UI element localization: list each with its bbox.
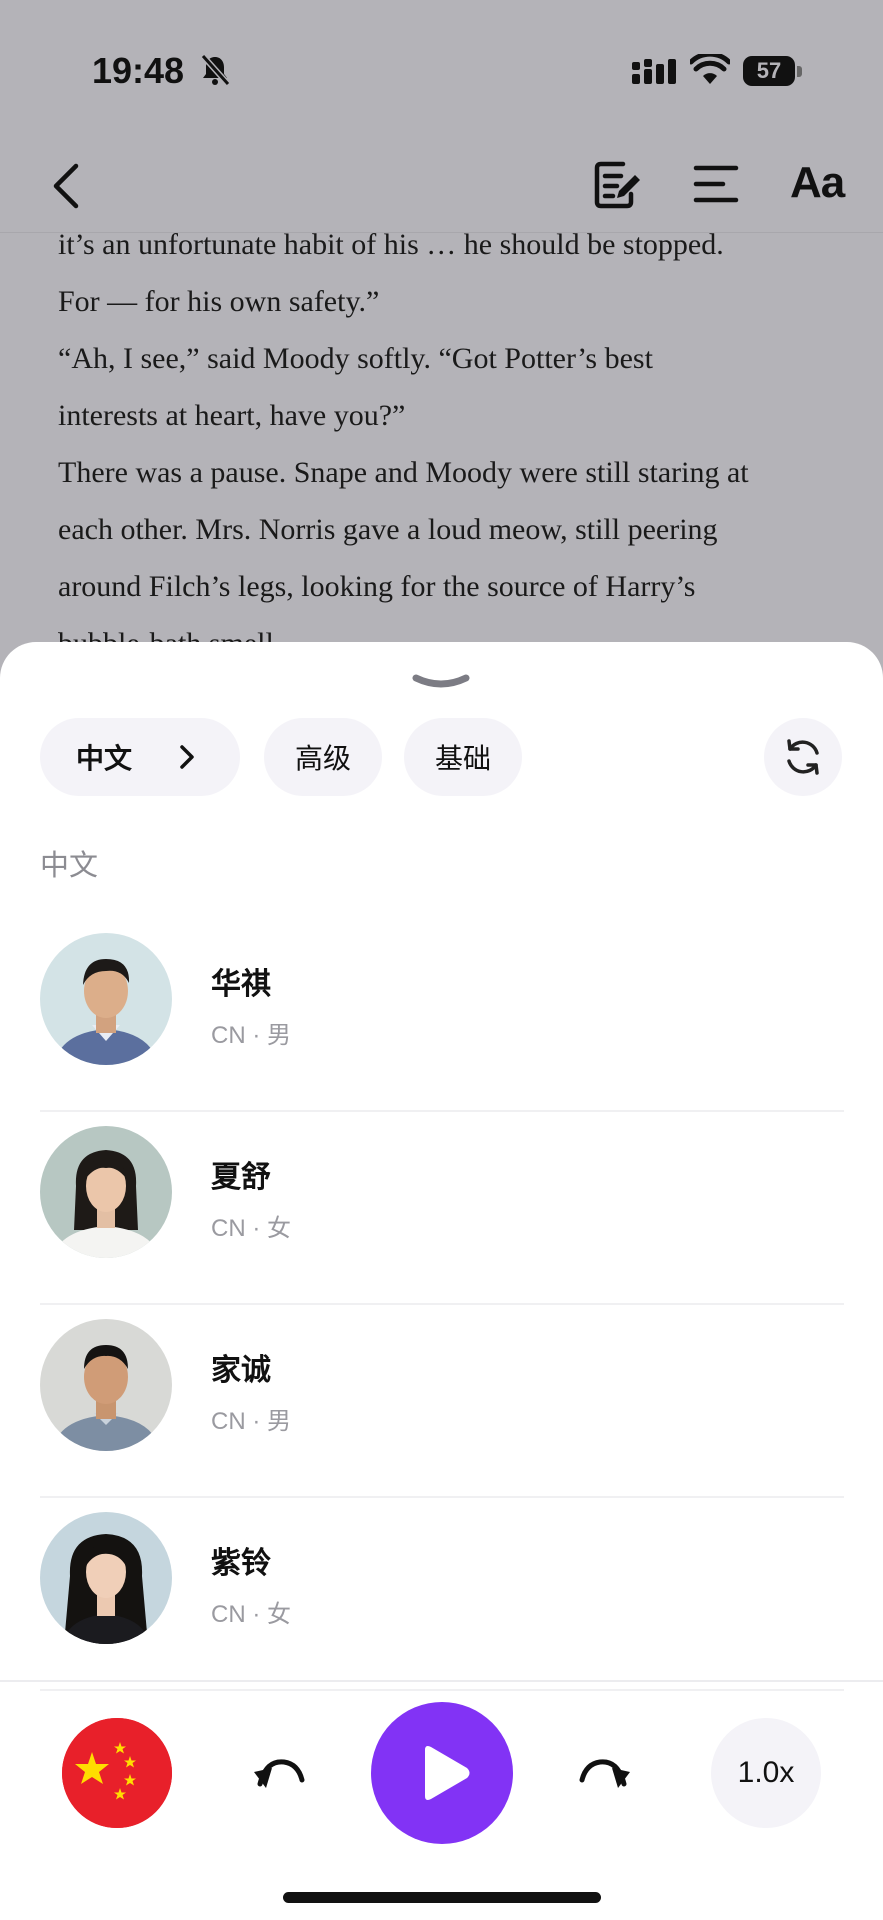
- avatar: [40, 1126, 172, 1258]
- text-line: For — for his own safety.”: [58, 285, 380, 318]
- home-indicator: [283, 1892, 601, 1903]
- basic-filter-chip[interactable]: 基础: [404, 718, 522, 796]
- text-line: around Filch’s legs, looking for the sou…: [58, 570, 696, 603]
- voice-meta: CN · 男: [211, 1021, 291, 1049]
- font-settings-button[interactable]: Aa: [790, 158, 845, 208]
- voice-item[interactable]: 家诚 CN · 男: [40, 1305, 844, 1498]
- toolbar-divider: [0, 232, 883, 233]
- playback-speed-button[interactable]: 1.0x: [711, 1718, 821, 1828]
- text-line: each other. Mrs. Norris gave a loud meow…: [58, 513, 718, 546]
- battery-cap: [797, 66, 802, 77]
- voice-region: CN: [211, 1022, 246, 1049]
- wifi-icon: [690, 54, 730, 84]
- status-time: 19:48: [92, 50, 185, 91]
- refresh-icon: [787, 739, 819, 775]
- language-flag-button[interactable]: [62, 1718, 172, 1828]
- text-line: interests at heart, have you?”: [58, 399, 406, 432]
- voice-meta: CN · 女: [211, 1214, 291, 1242]
- player-divider: [0, 1680, 883, 1682]
- play-icon: [425, 1746, 470, 1800]
- voice-name: 家诚: [211, 1353, 271, 1388]
- avatar: [40, 1512, 172, 1644]
- voice-name: 夏舒: [211, 1160, 271, 1195]
- text-line: it’s an unfortunate habit of his … he sh…: [58, 228, 724, 261]
- voice-item[interactable]: 紫铃 CN · 女: [40, 1498, 844, 1691]
- battery-icon: 57: [743, 56, 803, 86]
- forward-icon[interactable]: [578, 1750, 632, 1796]
- language-filter-label: 中文: [76, 742, 133, 775]
- voice-region: CN: [211, 1601, 246, 1628]
- voice-meta: CN · 女: [211, 1600, 291, 1628]
- back-icon[interactable]: [46, 158, 86, 214]
- chevron-right-icon: [180, 745, 194, 769]
- voice-meta: CN · 男: [211, 1407, 291, 1435]
- advanced-filter-chip[interactable]: 高级: [264, 718, 382, 796]
- bell-slash-icon: [200, 54, 230, 86]
- toc-icon[interactable]: [693, 158, 739, 212]
- chevron-down-icon[interactable]: [412, 672, 470, 692]
- voice-region: CN: [211, 1215, 246, 1242]
- avatar: [40, 1319, 172, 1451]
- notes-icon[interactable]: [593, 158, 641, 212]
- voice-gender: 男: [267, 1021, 291, 1049]
- rewind-icon[interactable]: [252, 1750, 306, 1796]
- status-bar: 19:48 57: [0, 0, 883, 140]
- voice-name: 紫铃: [211, 1546, 271, 1581]
- voice-item[interactable]: 华祺 CN · 男: [40, 919, 844, 1112]
- play-button[interactable]: [371, 1702, 513, 1844]
- signal-icon: [632, 59, 676, 84]
- battery-percent: 57: [756, 58, 782, 83]
- refresh-button[interactable]: [764, 718, 842, 796]
- voice-region: CN: [211, 1408, 246, 1435]
- list-divider: [40, 1689, 844, 1691]
- text-line: “Ah, I see,” said Moody softly. “Got Pot…: [58, 342, 653, 375]
- voice-item[interactable]: 夏舒 CN · 女: [40, 1112, 844, 1305]
- section-title: 中文: [40, 848, 99, 882]
- voice-name: 华祺: [211, 967, 271, 1002]
- voice-gender: 女: [267, 1600, 291, 1628]
- text-line: There was a pause. Snape and Moody were …: [58, 456, 749, 489]
- voice-gender: 男: [267, 1407, 291, 1435]
- reader-text: it’s an unfortunate habit of his … he sh…: [58, 216, 848, 672]
- china-flag-icon: [62, 1718, 172, 1828]
- voice-gender: 女: [267, 1214, 291, 1242]
- language-filter-chip[interactable]: 中文: [40, 718, 240, 796]
- avatar: [40, 933, 172, 1065]
